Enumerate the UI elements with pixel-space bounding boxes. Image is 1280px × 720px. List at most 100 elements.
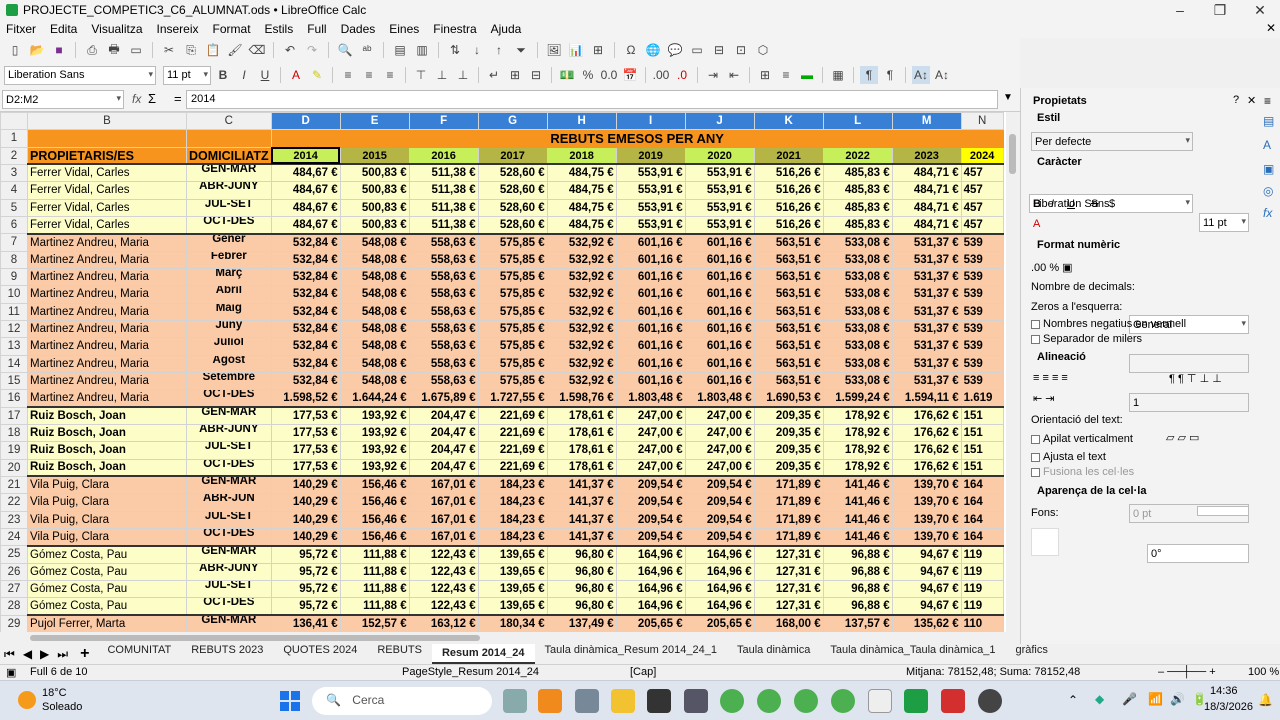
amount-cell[interactable]: 539 bbox=[960, 232, 1004, 252]
text-bottom-top-icon[interactable]: A↕ bbox=[933, 66, 951, 84]
amount-cell[interactable]: 548,08 € bbox=[339, 354, 410, 373]
amount-cell[interactable]: 531,37 € bbox=[891, 354, 962, 373]
period-label[interactable]: Juny bbox=[186, 319, 272, 339]
amount-cell[interactable]: 247,00 € bbox=[615, 423, 686, 443]
amount-cell[interactable]: 532,92 € bbox=[546, 267, 617, 287]
owner-name[interactable]: Ruiz Bosch, Joan bbox=[27, 458, 187, 477]
amount-cell[interactable]: 601,16 € bbox=[684, 267, 755, 287]
amount-cell[interactable]: 119 bbox=[960, 562, 1004, 581]
amount-cell[interactable]: 553,91 € bbox=[615, 198, 686, 217]
amount-cell[interactable]: 119 bbox=[960, 579, 1004, 599]
shadow-icon[interactable]: $ bbox=[1109, 198, 1115, 210]
amount-cell[interactable]: 171,89 € bbox=[753, 510, 824, 529]
amount-cell[interactable]: 539 bbox=[960, 267, 1004, 287]
amount-cell[interactable]: 141,37 € bbox=[546, 510, 617, 529]
domicile-header[interactable]: DOMICILIATZ bbox=[186, 146, 272, 165]
row-header[interactable]: 24 bbox=[0, 527, 28, 547]
amount-cell[interactable]: 209,54 € bbox=[684, 527, 755, 547]
owner-name[interactable]: Ferrer Vidal, Carles bbox=[27, 181, 187, 200]
amount-cell[interactable]: 563,51 € bbox=[753, 250, 824, 269]
row-header[interactable]: 16 bbox=[0, 389, 28, 408]
notification-icon[interactable]: 🔔 bbox=[1258, 693, 1273, 707]
close-icon[interactable]: ✕ bbox=[1240, 0, 1280, 20]
period-label[interactable]: ABR-JUNY bbox=[186, 423, 272, 443]
print-icon[interactable]: 🖶 bbox=[105, 41, 123, 59]
amount-cell[interactable]: 532,92 € bbox=[546, 250, 617, 269]
amount-cell[interactable]: 141,46 € bbox=[822, 493, 893, 512]
maximize-icon[interactable]: ❐ bbox=[1200, 0, 1240, 20]
amount-cell[interactable]: 532,92 € bbox=[546, 302, 617, 321]
amount-cell[interactable]: 247,00 € bbox=[615, 441, 686, 460]
amount-cell[interactable]: 151 bbox=[960, 406, 1004, 425]
minimize-icon[interactable]: – bbox=[1160, 0, 1200, 20]
percent-icon[interactable]: % bbox=[579, 66, 597, 84]
amount-cell[interactable]: 539 bbox=[960, 354, 1004, 373]
amount-cell[interactable]: 531,37 € bbox=[891, 232, 962, 252]
amount-cell[interactable]: 221,69 € bbox=[477, 458, 548, 477]
amount-cell[interactable]: 484,67 € bbox=[270, 198, 341, 217]
amount-cell[interactable]: 164 bbox=[960, 493, 1004, 512]
add-decimal-icon[interactable]: .00 bbox=[652, 66, 670, 84]
amount-cell[interactable]: 163,12 € bbox=[408, 613, 479, 632]
spreadsheet-grid[interactable]: B C D E F G H I J K L M N 1 REBUTS EMESOS PER ANY 2 PROP… bbox=[0, 112, 1006, 632]
amount-cell[interactable]: 500,83 € bbox=[339, 215, 410, 235]
amount-cell[interactable]: 533,08 € bbox=[822, 285, 893, 304]
amount-cell[interactable]: 601,16 € bbox=[684, 337, 755, 356]
amount-cell[interactable]: 532,92 € bbox=[546, 354, 617, 373]
amount-cell[interactable]: 164,96 € bbox=[684, 544, 755, 564]
amount-cell[interactable]: 484,71 € bbox=[891, 181, 962, 200]
amount-cell[interactable]: 484,71 € bbox=[891, 163, 962, 183]
year-header[interactable]: 2024 bbox=[960, 146, 1004, 165]
amount-cell[interactable]: 209,35 € bbox=[753, 406, 824, 425]
amount-cell[interactable]: 484,75 € bbox=[546, 181, 617, 200]
amount-cell[interactable]: 533,08 € bbox=[822, 337, 893, 356]
amount-cell[interactable]: 558,63 € bbox=[408, 302, 479, 321]
row-header[interactable]: 5 bbox=[0, 198, 28, 217]
amount-cell[interactable]: 558,63 € bbox=[408, 337, 479, 356]
font-color-icon[interactable]: A bbox=[287, 66, 305, 84]
styles-icon[interactable]: A bbox=[1263, 138, 1271, 152]
spelling-icon[interactable]: ᵃᵇ bbox=[358, 41, 376, 59]
period-label[interactable]: GEN-MAR bbox=[186, 613, 272, 632]
amount-cell[interactable]: 457 bbox=[960, 181, 1004, 200]
row-header[interactable]: 9 bbox=[0, 267, 28, 287]
amount-cell[interactable]: 221,69 € bbox=[477, 406, 548, 425]
row-header[interactable]: 7 bbox=[0, 233, 28, 252]
year-header[interactable]: 2017 bbox=[477, 146, 548, 165]
amount-cell[interactable]: 553,91 € bbox=[684, 163, 755, 183]
file-icon[interactable] bbox=[868, 689, 892, 713]
print-preview-icon[interactable]: ▭ bbox=[127, 41, 145, 59]
explorer-icon[interactable] bbox=[611, 689, 635, 713]
last-sheet-icon[interactable]: ⏭ bbox=[53, 647, 72, 662]
align-bottom-icon[interactable]: ⊥ bbox=[454, 66, 472, 84]
owner-name[interactable]: Gómez Costa, Pau bbox=[27, 579, 187, 599]
amount-cell[interactable]: 553,91 € bbox=[615, 215, 686, 235]
scroll-thumb[interactable] bbox=[1009, 134, 1016, 174]
amount-cell[interactable]: 140,29 € bbox=[270, 475, 341, 495]
underline-icon[interactable]: U bbox=[256, 66, 274, 84]
amount-cell[interactable]: 601,16 € bbox=[684, 250, 755, 269]
header-footer-icon[interactable]: ▭ bbox=[688, 41, 706, 59]
horizontal-scrollbar[interactable] bbox=[0, 632, 1020, 644]
amount-cell[interactable]: 95,72 € bbox=[270, 579, 341, 599]
amount-cell[interactable]: 111,88 € bbox=[339, 579, 410, 599]
row-header[interactable]: 13 bbox=[0, 337, 28, 356]
amount-cell[interactable]: 539 bbox=[960, 285, 1004, 304]
gallery-icon[interactable]: ▣ bbox=[1263, 162, 1274, 176]
owner-name[interactable]: Ruiz Bosch, Joan bbox=[27, 406, 187, 425]
amount-cell[interactable]: 601,16 € bbox=[615, 302, 686, 321]
amount-cell[interactable]: 1.598,52 € bbox=[270, 389, 341, 408]
amount-cell[interactable]: 140,29 € bbox=[270, 510, 341, 529]
amount-cell[interactable]: 485,83 € bbox=[822, 198, 893, 217]
owner-name[interactable]: Ruiz Bosch, Joan bbox=[27, 423, 187, 443]
cell[interactable] bbox=[186, 129, 272, 148]
period-label[interactable]: OCT-DES bbox=[186, 458, 272, 477]
clock-time[interactable]: 14:36 bbox=[1210, 685, 1238, 697]
amount-cell[interactable]: 122,43 € bbox=[408, 562, 479, 581]
amount-cell[interactable]: 457 bbox=[960, 163, 1004, 183]
amount-cell[interactable]: 533,08 € bbox=[822, 371, 893, 391]
amount-cell[interactable]: 139,70 € bbox=[891, 527, 962, 547]
row-header[interactable]: 3 bbox=[0, 163, 28, 183]
sheet-tab[interactable]: gràfics bbox=[1005, 644, 1057, 664]
italic-icon[interactable]: I bbox=[235, 66, 253, 84]
